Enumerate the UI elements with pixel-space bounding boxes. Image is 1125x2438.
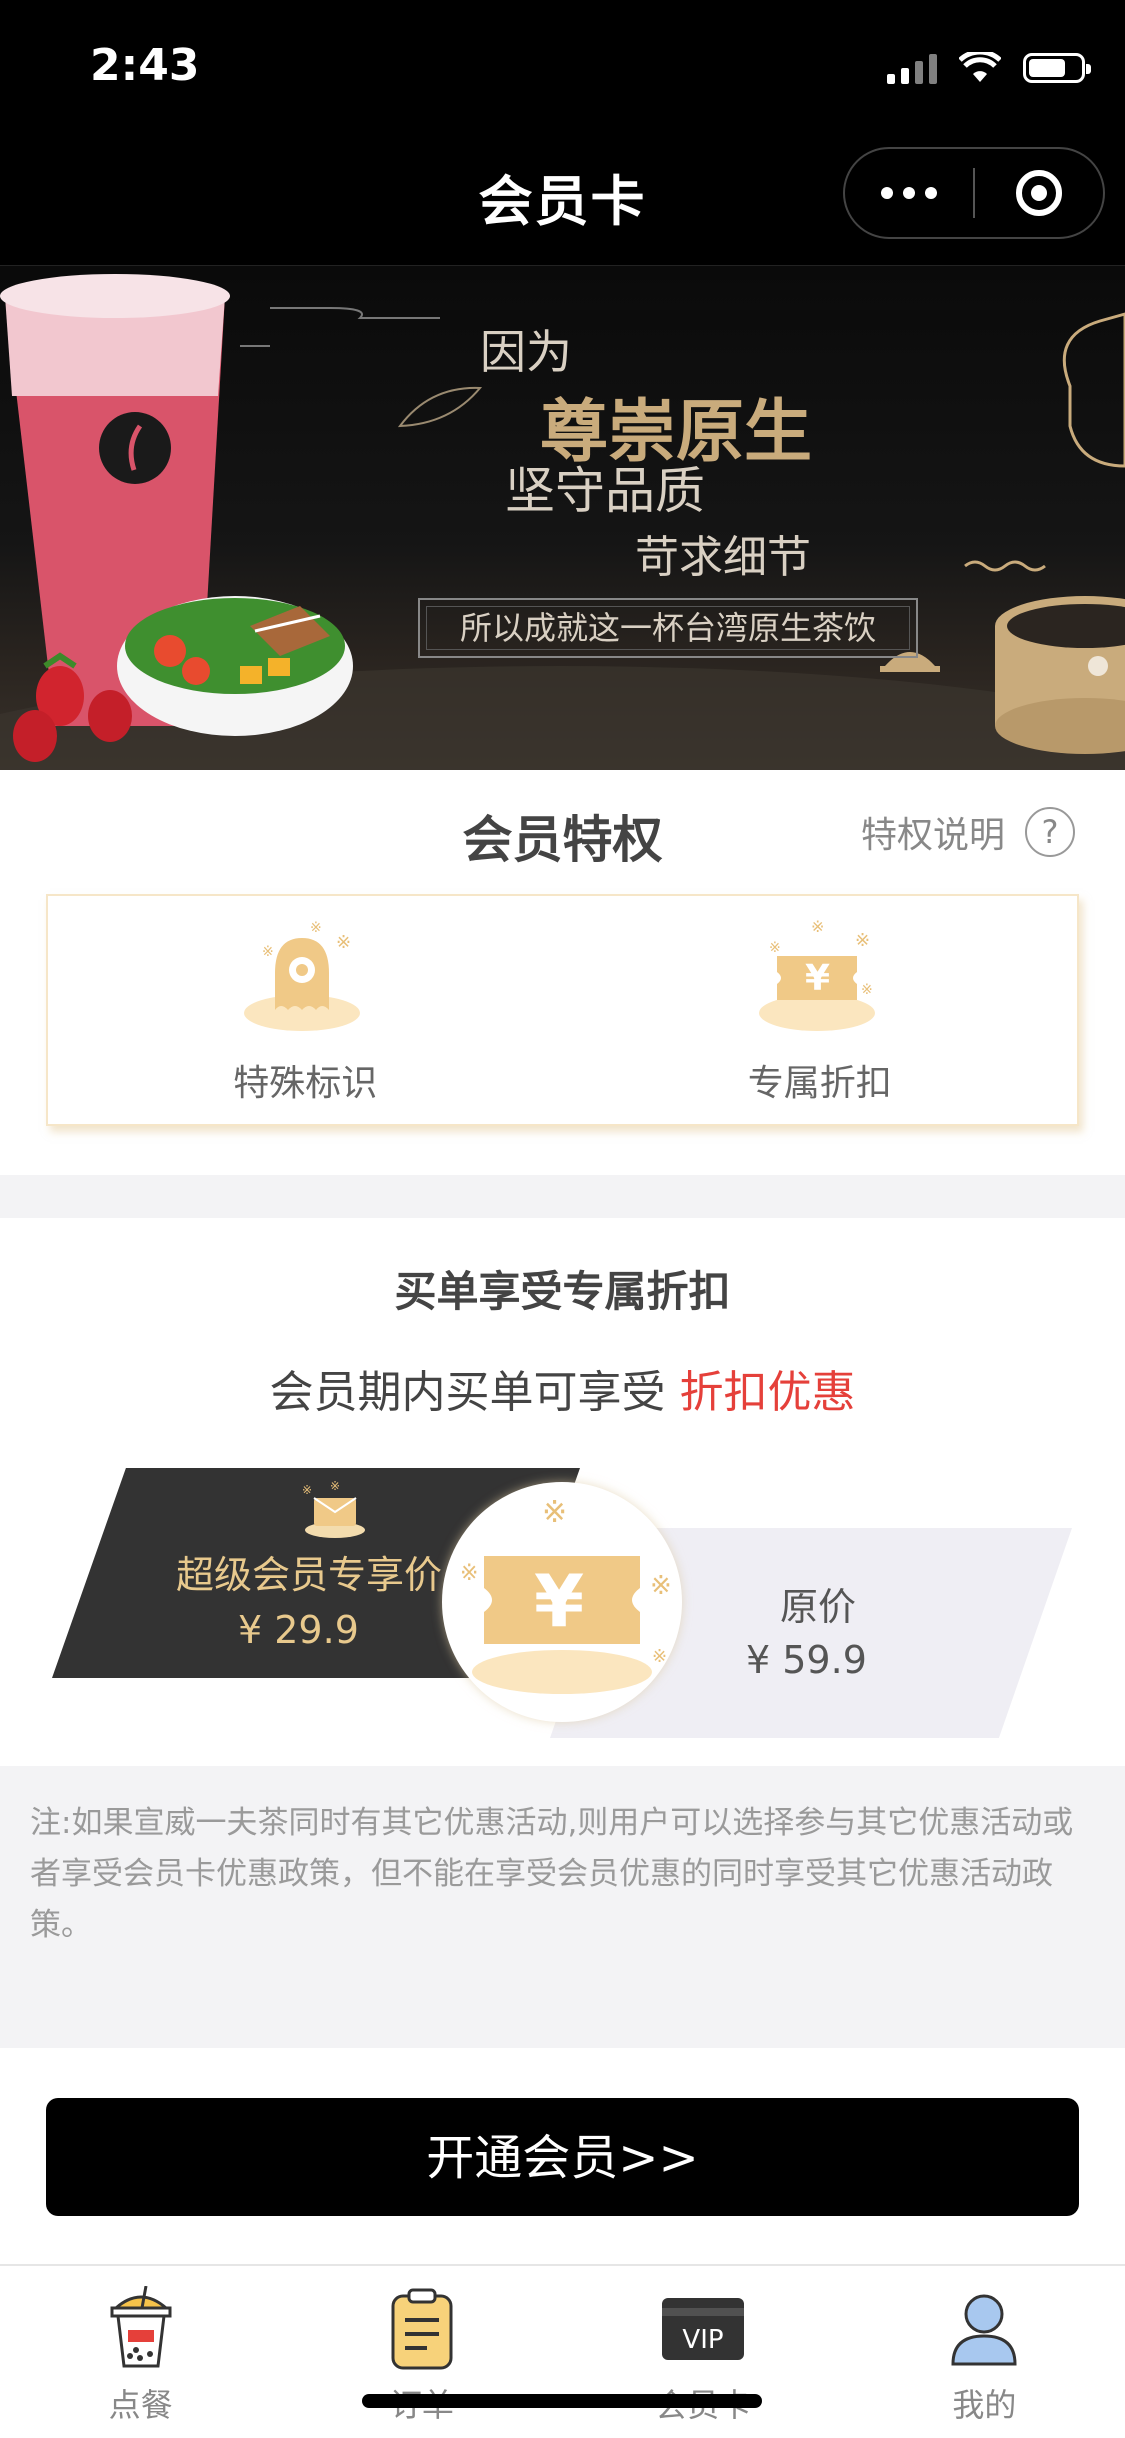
privilege-special-badge[interactable]: ※ ※ ※ 特殊标识 bbox=[48, 896, 563, 1124]
discount-note: 注:如果宣威一夫茶同时有其它优惠活动,则用户可以选择参与其它优惠活动或者享受会员… bbox=[30, 1805, 1074, 1943]
signal-icon bbox=[887, 52, 937, 84]
wifi-icon bbox=[959, 52, 1001, 82]
yen-coupon-icon: ¥ ※ ※ ※ ※ bbox=[460, 1495, 672, 1694]
discount-subtitle: 会员期内买单可享受 折扣优惠 bbox=[0, 1356, 1125, 1420]
tab-label: 点餐 bbox=[108, 2386, 173, 2424]
member-price-label: 超级会员专享价 bbox=[176, 1553, 443, 1597]
discount-coupon-icon: ¥ ※ ※ ※ ※ bbox=[758, 918, 875, 1031]
member-price-value: ¥ 29.9 bbox=[238, 1608, 359, 1652]
privilege-explain-label: 特权说明 bbox=[860, 815, 1005, 856]
original-price-label: 原价 bbox=[780, 1585, 857, 1629]
svg-text:¥: ¥ bbox=[534, 1559, 584, 1643]
discount-highlight: 折扣优惠 bbox=[679, 1367, 856, 1418]
svg-text:¥: ¥ bbox=[805, 958, 830, 999]
svg-text:※: ※ bbox=[302, 1483, 312, 1497]
banner-slogan: 所以成就这一杯台湾原生茶饮 bbox=[418, 598, 918, 658]
svg-text:※: ※ bbox=[811, 918, 824, 936]
vip-text: VIP bbox=[683, 2325, 724, 2355]
battery-icon bbox=[1023, 53, 1091, 83]
svg-text:※: ※ bbox=[336, 932, 351, 953]
status-icons bbox=[887, 48, 1091, 88]
member-privileges-section: 会员特权 特权说明 ? ※ ※ ※ 特殊标识 ¥ ※ ※ ※ ※ 专属折扣 bbox=[0, 770, 1125, 1175]
bubble-tea-icon bbox=[110, 2286, 172, 2368]
user-icon bbox=[951, 2294, 1017, 2366]
discount-subtitle-prefix: 会员期内买单可享受 bbox=[269, 1367, 666, 1418]
svg-text:※: ※ bbox=[861, 982, 873, 998]
order-clipboard-icon bbox=[391, 2288, 453, 2370]
svg-text:※: ※ bbox=[650, 1571, 672, 1601]
promo-banner[interactable]: 因为 尊崇原生 坚守品质 苛求细节 所以成就这一杯台湾原生茶饮 bbox=[0, 266, 1125, 770]
discount-section: 买单享受专属折扣 会员期内买单可享受 折扣优惠 ※ ※ 超级会员专享价 ¥ 29… bbox=[0, 1218, 1125, 1766]
tab-order-food[interactable]: 点餐 bbox=[0, 2266, 281, 2438]
status-bar: 2:43 bbox=[0, 0, 1125, 135]
target-icon[interactable] bbox=[975, 170, 1103, 216]
svg-text:※: ※ bbox=[262, 944, 274, 960]
svg-text:※: ※ bbox=[542, 1495, 567, 1530]
svg-text:※: ※ bbox=[652, 1646, 667, 1667]
svg-text:※: ※ bbox=[769, 940, 781, 956]
nav-bar: 会员卡 bbox=[0, 135, 1125, 266]
privilege-label: 特殊标识 bbox=[233, 1063, 378, 1104]
privilege-exclusive-discount[interactable]: ¥ ※ ※ ※ ※ 专属折扣 bbox=[563, 896, 1078, 1124]
more-icon[interactable] bbox=[845, 187, 973, 199]
svg-text:※: ※ bbox=[310, 920, 322, 936]
banner-line-3: 坚守品质 bbox=[505, 462, 705, 520]
privilege-label: 专属折扣 bbox=[747, 1063, 892, 1104]
tab-mine[interactable]: 我的 bbox=[844, 2266, 1125, 2438]
tab-member-card[interactable]: VIP 会员卡 bbox=[563, 2266, 844, 2438]
svg-text:※: ※ bbox=[460, 1561, 478, 1586]
mini-program-capsule bbox=[843, 147, 1105, 239]
tab-orders[interactable]: 订单 bbox=[281, 2266, 562, 2438]
open-membership-area: 开通会员>> bbox=[0, 2048, 1125, 2264]
home-indicator bbox=[362, 2394, 762, 2408]
tab-label: 我的 bbox=[952, 2386, 1017, 2424]
vip-card-icon: VIP bbox=[662, 2298, 745, 2360]
envelope-icon: ※ ※ bbox=[302, 1480, 365, 1538]
coupon-badge: ¥ ※ ※ ※ ※ bbox=[442, 1482, 682, 1722]
original-price-value: ¥ 59.9 bbox=[746, 1638, 867, 1682]
octopus-badge-icon: ※ ※ ※ bbox=[244, 920, 361, 1031]
banner-line-1: 因为 bbox=[480, 325, 572, 379]
open-membership-button[interactable]: 开通会员>> bbox=[46, 2098, 1079, 2216]
svg-text:※: ※ bbox=[855, 930, 870, 951]
privilege-explain-link[interactable]: 特权说明 ? bbox=[861, 806, 1075, 858]
tab-bar: 点餐 订单 VIP 会员卡 我的 bbox=[0, 2264, 1125, 2438]
question-icon: ? bbox=[1025, 807, 1075, 857]
status-time: 2:43 bbox=[90, 40, 200, 91]
banner-line-4: 苛求细节 bbox=[635, 532, 811, 583]
privileges-card: ※ ※ ※ 特殊标识 ¥ ※ ※ ※ ※ 专属折扣 bbox=[46, 894, 1079, 1126]
discount-title: 买单享受专属折扣 bbox=[394, 1267, 731, 1316]
svg-text:※: ※ bbox=[330, 1480, 340, 1493]
